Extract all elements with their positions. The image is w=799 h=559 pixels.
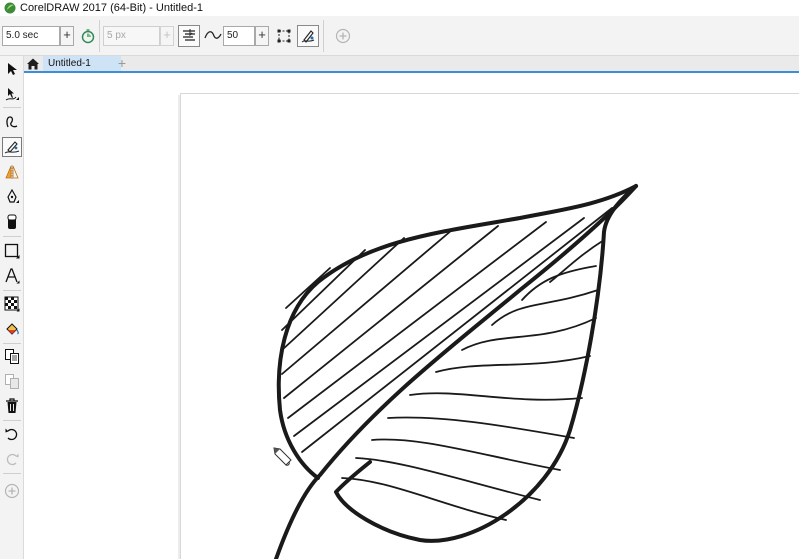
pen-tool[interactable] <box>2 187 22 207</box>
pencil-cursor-icon <box>273 447 292 466</box>
text-tool-icon <box>5 268 20 284</box>
smoothing-field[interactable]: 50 <box>223 26 255 46</box>
flatten-button[interactable] <box>178 25 200 47</box>
artistic-media-icon <box>4 141 20 154</box>
bounding-box-icon <box>277 29 291 43</box>
copy-properties-icon <box>5 349 19 364</box>
add-button[interactable] <box>332 25 354 47</box>
pen-tool-icon <box>5 165 19 179</box>
tab-untitled-1[interactable]: Untitled-1 <box>43 56 121 71</box>
transparency-tool[interactable] <box>2 294 22 314</box>
plus-icon: + <box>163 27 171 42</box>
window-title: CorelDRAW 2017 (64-Bit) - Untitled-1 <box>20 2 203 14</box>
smoothing-button[interactable] <box>202 25 224 47</box>
pick-tool[interactable] <box>2 59 22 79</box>
transparency-tool-icon <box>4 296 20 312</box>
pen-tool-icon <box>7 189 19 203</box>
home-icon[interactable] <box>26 57 40 71</box>
property-bar: 5.0 sec + 5 px + 50 + <box>0 16 799 56</box>
bounding-box-button[interactable] <box>273 25 295 47</box>
fill-tool-icon <box>6 323 19 335</box>
eraser-tool-icon <box>7 214 17 229</box>
customize-toolbox-button[interactable] <box>2 481 22 501</box>
shape-tool[interactable] <box>2 84 22 104</box>
coreldraw-logo-icon <box>4 2 16 14</box>
stopwatch-icon <box>81 29 95 44</box>
shape-tool-icon <box>5 88 19 101</box>
timer-spin-button[interactable]: + <box>60 26 74 46</box>
interactive-fill-tool[interactable] <box>2 319 22 339</box>
flatten-icon <box>183 29 195 41</box>
rectangle-tool[interactable] <box>2 241 22 261</box>
stopwatch-button[interactable] <box>77 25 99 47</box>
redo-button[interactable] <box>2 449 22 469</box>
paste-icon <box>5 374 19 389</box>
eraser-tool[interactable] <box>2 212 22 232</box>
separator <box>99 20 100 52</box>
mirror-tool[interactable] <box>2 162 22 182</box>
page-border-left <box>180 93 181 559</box>
delete-button[interactable] <box>2 396 22 416</box>
width-field[interactable]: 5 px <box>103 26 160 46</box>
text-tool[interactable] <box>2 266 22 286</box>
freehand-tool-icon <box>6 116 18 128</box>
undo-icon <box>5 428 18 441</box>
timer-field[interactable]: 5.0 sec <box>2 26 60 46</box>
document-tab-bar: Untitled-1 + <box>24 56 799 73</box>
undo-button[interactable] <box>2 424 22 444</box>
new-tab-button[interactable]: + <box>114 56 130 71</box>
copy-properties-button[interactable] <box>2 346 22 366</box>
separator <box>3 107 21 108</box>
rectangle-tool-icon <box>4 243 20 259</box>
artistic-media-tool[interactable] <box>2 137 22 157</box>
pick-tool-icon <box>8 63 17 75</box>
page-border-top <box>180 93 799 94</box>
separator <box>3 290 21 291</box>
width-spin-button[interactable]: + <box>160 26 174 46</box>
toolbox <box>0 56 24 559</box>
artistic-media-icon <box>301 30 315 43</box>
title-bar: CorelDRAW 2017 (64-Bit) - Untitled-1 <box>0 0 799 16</box>
artistic-media-button[interactable] <box>297 25 319 47</box>
redo-icon <box>6 453 19 466</box>
separator <box>323 20 324 52</box>
drawing-workspace[interactable] <box>24 73 799 559</box>
separator <box>3 343 21 344</box>
plus-icon: + <box>258 27 266 42</box>
paste-button[interactable] <box>2 371 22 391</box>
add-icon <box>335 28 351 44</box>
separator <box>3 473 21 474</box>
separator <box>3 420 21 421</box>
smoothing-icon <box>204 31 222 39</box>
plus-icon: + <box>63 27 71 42</box>
separator <box>3 236 21 237</box>
smoothing-spin-button[interactable]: + <box>255 26 269 46</box>
freehand-tool[interactable] <box>2 112 22 132</box>
add-icon <box>4 483 20 499</box>
delete-icon <box>6 398 18 413</box>
